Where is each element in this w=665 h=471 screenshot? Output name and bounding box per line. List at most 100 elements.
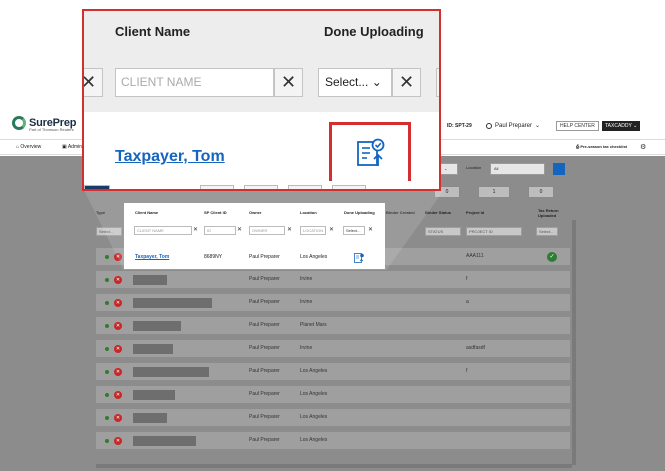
taxcaddy-button[interactable]: TAXCADDY ⌄ [602,121,641,131]
zoom-col-done-uploading[interactable]: Done Uploading [324,24,424,39]
table-row[interactable]: ✕ Paul Preparer Planet Mars [96,317,570,335]
count-button-2[interactable]: 1 [478,186,510,198]
zoom-client-name-filter[interactable]: CLIENT NAME [115,68,274,97]
redacted-client-name [133,367,209,377]
owner-filter[interactable]: OWNER [249,226,285,235]
client-name-link[interactable]: Taxpayer, Tom [135,254,169,260]
logo-subtitle: Part of Thomson Reuters [29,127,74,132]
upload-document-icon[interactable] [354,251,364,269]
highlighted-grid-section: Client Name SP Client ID Owner Location … [124,203,385,269]
zoom-toolbar-button[interactable] [288,185,322,189]
status-filter[interactable]: STATUS [425,227,461,236]
redacted-client-name [133,298,212,308]
upload-document-icon[interactable] [356,138,386,173]
project-id-cell: a [466,299,469,305]
location-cell: Irvine [300,299,313,305]
zoom-header: Client Name Done Uploading ✕ CLIENT NAME… [84,11,439,112]
table-row[interactable]: ✕ Paul Preparer Los Angeles [96,386,570,404]
client-name-filter[interactable]: CLIENT NAME [134,226,192,235]
location-cell: Los Angeles [300,368,328,374]
col-tax-return-uploaded[interactable]: Tax Return Uploaded [538,208,566,218]
table-row[interactable]: ✕ Paul Preparer Los Angeles [96,432,570,450]
zoom-toolbar-button[interactable] [200,185,234,189]
client-id-label: ID: SPT-29 [447,123,472,129]
zoom-toolbar-button[interactable] [244,185,278,189]
clear-filter-icon[interactable]: ✕ [237,227,242,234]
checklist-label: Pre-season tax checklist [580,144,628,149]
location-select[interactable]: All [490,163,545,175]
done-uploading-filter[interactable]: Select... [343,226,365,235]
redacted-client-name [133,413,167,423]
zoom-toolbar-button[interactable] [332,185,366,189]
uploaded-filter[interactable]: Select... [536,227,558,236]
delete-icon[interactable]: ✕ [114,322,122,330]
location-cell: Planet Mars [300,322,327,328]
status-green-icon [105,370,109,374]
chevron-down-icon: ⌄ [535,123,541,129]
delete-icon[interactable]: ✕ [114,299,122,307]
project-id-cell: f [466,368,468,374]
tab-overview[interactable]: ⌂ Overview [16,144,41,150]
project-id-cell: asdfasdf [466,345,485,351]
location-filter[interactable]: LOCATION [300,226,326,235]
delete-icon[interactable]: ✕ [114,368,122,376]
redacted-client-name [133,321,181,331]
location-label: Location [466,165,482,170]
clear-filter-icon[interactable]: ✕ [392,68,421,97]
filter-dropdown[interactable]: ⌄ [440,163,458,175]
zoom-col-client-name[interactable]: Client Name [115,24,190,39]
location-cell: Los Angeles [300,437,328,443]
delete-icon[interactable]: ✕ [114,345,122,353]
table-row[interactable]: ✕ Paul Preparer Los Angeles f [96,363,570,381]
location-cell: Los Angeles [300,254,328,260]
chevron-down-icon: ⌄ [371,75,382,89]
excel-export-icon[interactable] [553,163,565,175]
clear-filter-icon[interactable]: ✕ [287,227,292,234]
col-done-uploading[interactable]: Done Uploading [344,210,375,215]
owner-cell: Paul Preparer [249,437,280,443]
clear-filter-icon[interactable]: ✕ [84,68,103,97]
clear-filter-icon[interactable]: ✕ [193,227,198,234]
col-client-name[interactable]: Client Name [135,210,158,215]
delete-icon[interactable]: ✕ [114,391,122,399]
user-menu[interactable]: Paul Preparer ⌄ [486,122,540,129]
checklist-link[interactable]: ⎙ Pre-season tax checklist [576,144,627,149]
status-green-icon [105,439,109,443]
table-row[interactable]: ✕ Paul Preparer Los Angeles [96,409,570,427]
clear-filter-icon[interactable]: ✕ [368,227,373,234]
owner-cell: Paul Preparer [249,414,280,420]
user-icon [486,122,492,129]
horizontal-scrollbar[interactable] [96,464,572,468]
table-row[interactable]: ✕ Paul Preparer Irvine f [96,271,570,289]
zoom-toolbar-button[interactable] [84,185,110,189]
tab-admin[interactable]: ▣ Admin [62,144,82,150]
help-center-button[interactable]: HELP CENTER [556,121,599,131]
zoom-done-uploading-select[interactable]: Select... ⌄ [318,68,392,97]
col-owner[interactable]: Owner [249,210,261,215]
delete-icon[interactable]: ✕ [114,276,122,284]
table-row[interactable]: ✕ Paul Preparer Irvine a [96,294,570,312]
status-green-icon [105,278,109,282]
delete-icon[interactable]: ✕ [114,414,122,422]
zoom-client-name-link[interactable]: Taxpayer, Tom [115,148,225,166]
logo-icon [12,116,26,130]
gear-icon[interactable]: ⚙ [640,143,646,151]
clear-filter-icon[interactable]: ✕ [329,227,334,234]
owner-cell: Paul Preparer [249,391,280,397]
tab-overview-label: Overview [20,144,42,150]
table-row[interactable]: ✕ Paul Preparer Irvine asdfasdf [96,340,570,358]
check-icon: ✓ [547,252,557,262]
clear-filter-icon[interactable]: ✕ [274,68,303,97]
client-id-filter[interactable]: ID [204,226,236,235]
next-filter-edge[interactable] [436,68,439,97]
col-project-id[interactable]: Project Id [466,210,484,215]
status-green-icon [105,255,109,259]
delete-icon[interactable]: ✕ [114,437,122,445]
col-sp-client-id[interactable]: SP Client ID [204,210,227,215]
vertical-scrollbar[interactable] [572,220,576,465]
count-button-3[interactable]: 0 [528,186,554,198]
status-green-icon [105,347,109,351]
project-id-filter[interactable]: PROJECT ID [466,227,522,236]
col-location[interactable]: Location [300,210,317,215]
owner-cell: Paul Preparer [249,299,280,305]
